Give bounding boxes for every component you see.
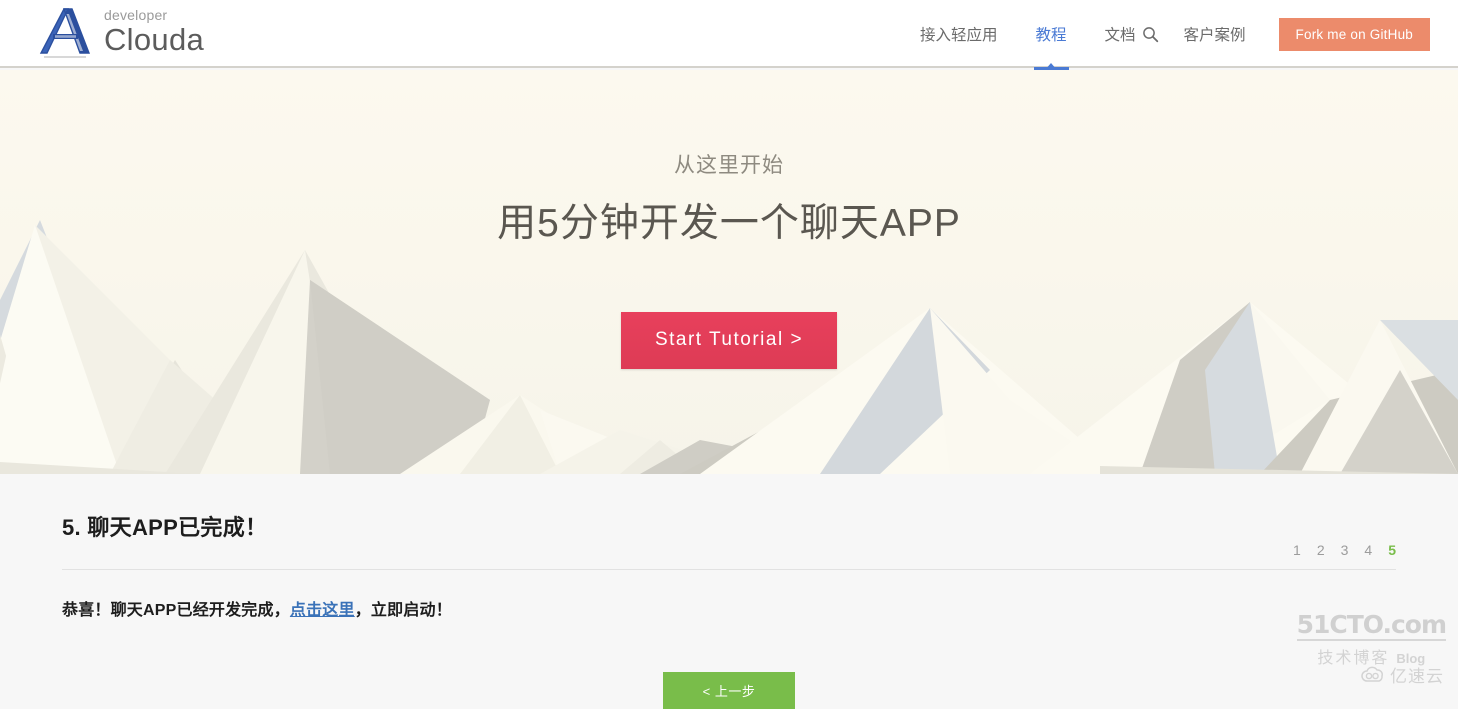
pager-item-3[interactable]: 3 — [1341, 542, 1349, 558]
launch-app-link[interactable]: 点击这里 — [290, 602, 355, 619]
search-glyph-icon — [1142, 26, 1158, 42]
search-icon[interactable] — [1140, 0, 1165, 68]
nav-item-docs[interactable]: 文档 — [1086, 0, 1140, 68]
hero-title: 用5分钟开发一个聊天APP — [497, 202, 961, 245]
start-tutorial-button[interactable]: Start Tutorial > — [620, 312, 838, 370]
nav-item-label: 接入轻应用 — [919, 27, 998, 44]
body-text-before-link: 恭喜！聊天APP已经开发完成， — [62, 601, 290, 619]
page-title: 5. 聊天APP已完成！ — [62, 515, 268, 541]
brand-logo-link[interactable]: developer Clouda — [38, 2, 204, 61]
content-inner: 5. 聊天APP已完成！ 1 2 3 4 5 恭喜！聊天APP已经开发完成，点击… — [62, 474, 1396, 709]
brand-subtitle: developer — [104, 7, 168, 23]
tutorial-body-text: 恭喜！聊天APP已经开发完成，点击这里，立即启动！ — [62, 596, 1396, 620]
tutorial-content-section: 5. 聊天APP已完成！ 1 2 3 4 5 恭喜！聊天APP已经开发完成，点击… — [0, 474, 1458, 709]
nav-item-customer-cases[interactable]: 客户案例 — [1165, 0, 1265, 68]
tutorial-nav-actions: < 上一步 — [62, 671, 1396, 709]
tutorial-step-pagination: 1 2 3 4 5 — [1293, 542, 1396, 561]
nav-item-label: 教程 — [1035, 27, 1067, 44]
previous-step-button[interactable]: < 上一步 — [663, 671, 795, 709]
nav-item-qingyingyong[interactable]: 接入轻应用 — [901, 0, 1017, 68]
active-tab-caret-icon — [1045, 63, 1057, 70]
site-header: developer Clouda 接入轻应用 教程 文档 客户案例 Fork m… — [0, 0, 1458, 70]
pager-item-4[interactable]: 4 — [1364, 542, 1372, 558]
pager-item-5-active[interactable]: 5 — [1388, 542, 1396, 558]
clouda-a-logo-icon — [39, 8, 91, 58]
body-text-after-link: ，立即启动！ — [354, 601, 452, 619]
brand-name: Clouda — [104, 22, 205, 57]
fork-me-on-github-button[interactable]: Fork me on GitHub — [1278, 17, 1430, 51]
nav-item-tutorial[interactable]: 教程 — [1017, 0, 1086, 70]
main-navigation: 接入轻应用 教程 文档 客户案例 Fork me on GitHub — [901, 0, 1458, 70]
hero-subtitle: 从这里开始 — [674, 154, 784, 177]
section-header: 5. 聊天APP已完成！ 1 2 3 4 5 — [62, 492, 1396, 570]
hero-copy: 从这里开始 用5分钟开发一个聊天APP Start Tutorial > — [0, 70, 1458, 370]
pager-item-1[interactable]: 1 — [1293, 542, 1301, 558]
nav-item-label: 客户案例 — [1183, 27, 1246, 44]
nav-item-label: 文档 — [1104, 27, 1136, 44]
hero-banner: 从这里开始 用5分钟开发一个聊天APP Start Tutorial > — [0, 70, 1458, 474]
brand-text: developer Clouda — [104, 2, 204, 55]
pager-item-2[interactable]: 2 — [1317, 542, 1325, 558]
